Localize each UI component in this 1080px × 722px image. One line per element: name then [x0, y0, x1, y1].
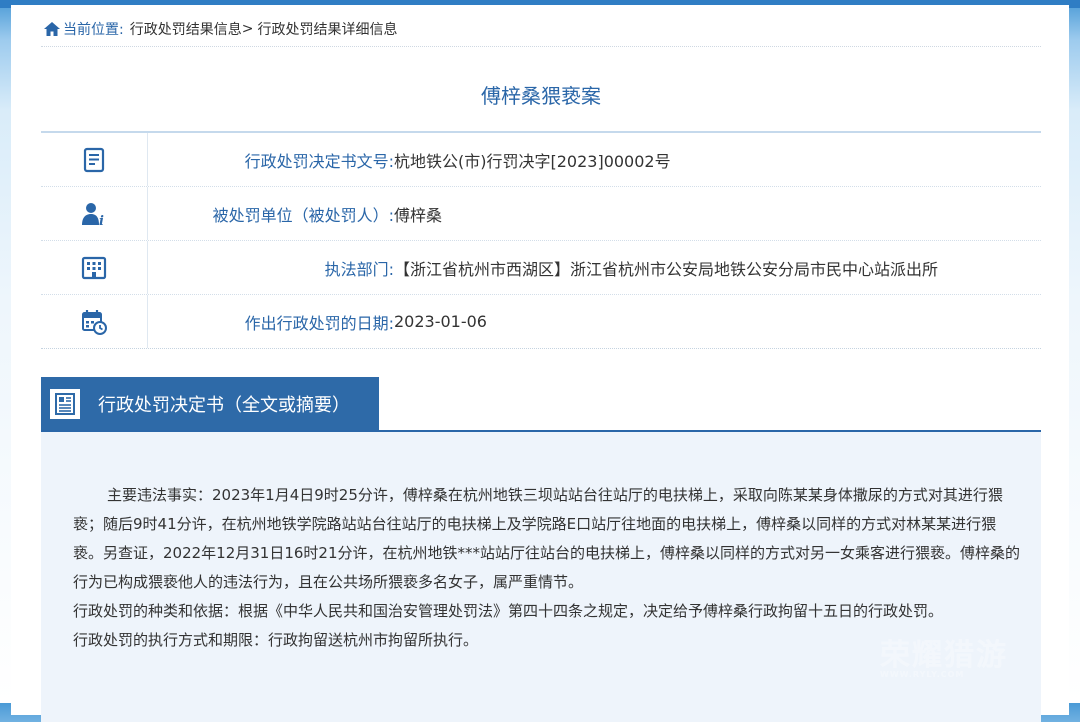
detail-value: 杭地铁公(市)行罚决字[2023]00002号	[394, 151, 671, 171]
breadcrumb-separator: >	[241, 21, 254, 37]
detail-label: 被处罚单位（被处罚人）:	[212, 205, 394, 225]
detail-label: 执法部门:	[324, 259, 394, 279]
content-panel: 当前位置: 行政处罚结果信息 > 行政处罚结果详细信息 傅梓桑猥亵案 行政处罚决…	[11, 5, 1069, 722]
decision-document-icon	[55, 392, 75, 415]
watermark-text: 荣耀猎游	[880, 638, 1008, 673]
watermark-subtext: WWW.RYLY.COM	[880, 670, 965, 679]
detail-label: 作出行政处罚的日期:	[244, 313, 394, 333]
decision-execution: 行政处罚的执行方式和期限：行政拘留送杭州市拘留所执行。	[73, 631, 479, 649]
detail-value: 【浙江省杭州市西湖区】浙江省杭州市公安局地铁公安分局市民中心站派出所	[394, 259, 939, 279]
breadcrumb-item-detail: 行政处罚结果详细信息	[257, 22, 398, 38]
detail-value: 傅梓桑	[394, 205, 443, 225]
svg-text:i: i	[99, 214, 104, 227]
calendar-clock-icon	[82, 309, 107, 335]
document-icon	[83, 147, 105, 172]
building-icon	[81, 256, 107, 279]
decision-section-tab: 行政处罚决定书（全文或摘要）	[41, 377, 379, 430]
detail-row-punished-party: i 被处罚单位（被处罚人）: 傅梓桑	[41, 187, 1041, 241]
divider	[41, 46, 1041, 47]
watermark-logo: 荣耀猎游 WWW.RYLY.COM	[880, 630, 1040, 680]
home-icon[interactable]	[43, 21, 61, 37]
decision-text: 主要违法事实：2023年1月4日9时25分许，傅梓桑在杭州地铁三坝站站台往站厅的…	[73, 481, 1021, 655]
page-title: 傅梓桑猥亵案	[481, 84, 601, 108]
decision-section-header: 行政处罚决定书（全文或摘要）	[41, 377, 1041, 432]
breadcrumb-lead: 当前位置:	[63, 22, 124, 38]
breadcrumb-item-results[interactable]: 行政处罚结果信息	[130, 19, 242, 39]
detail-row-decision-date: 作出行政处罚的日期: 2023-01-06	[41, 295, 1041, 348]
decision-section-title: 行政处罚决定书（全文或摘要）	[98, 394, 350, 416]
detail-row-decision-number: 行政处罚决定书文号: 杭地铁公(市)行罚决字[2023]00002号	[41, 133, 1041, 187]
person-info-icon: i	[82, 202, 104, 227]
detail-table: 行政处罚决定书文号: 杭地铁公(市)行罚决字[2023]00002号 i 被处罚…	[41, 131, 1041, 349]
breadcrumb: 当前位置: 行政处罚结果信息 > 行政处罚结果详细信息	[43, 18, 397, 40]
decision-penalty-basis: 行政处罚的种类和依据：根据《中华人民共和国治安管理处罚法》第四十四条之规定，决定…	[73, 602, 944, 620]
detail-row-enforcement-department: 执法部门: 【浙江省杭州市西湖区】浙江省杭州市公安局地铁公安分局市民中心站派出所	[41, 241, 1041, 295]
detail-value: 2023-01-06	[394, 312, 487, 331]
detail-label: 行政处罚决定书文号:	[244, 151, 394, 171]
decision-facts: 主要违法事实：2023年1月4日9时25分许，傅梓桑在杭州地铁三坝站站台往站厅的…	[73, 486, 1021, 591]
